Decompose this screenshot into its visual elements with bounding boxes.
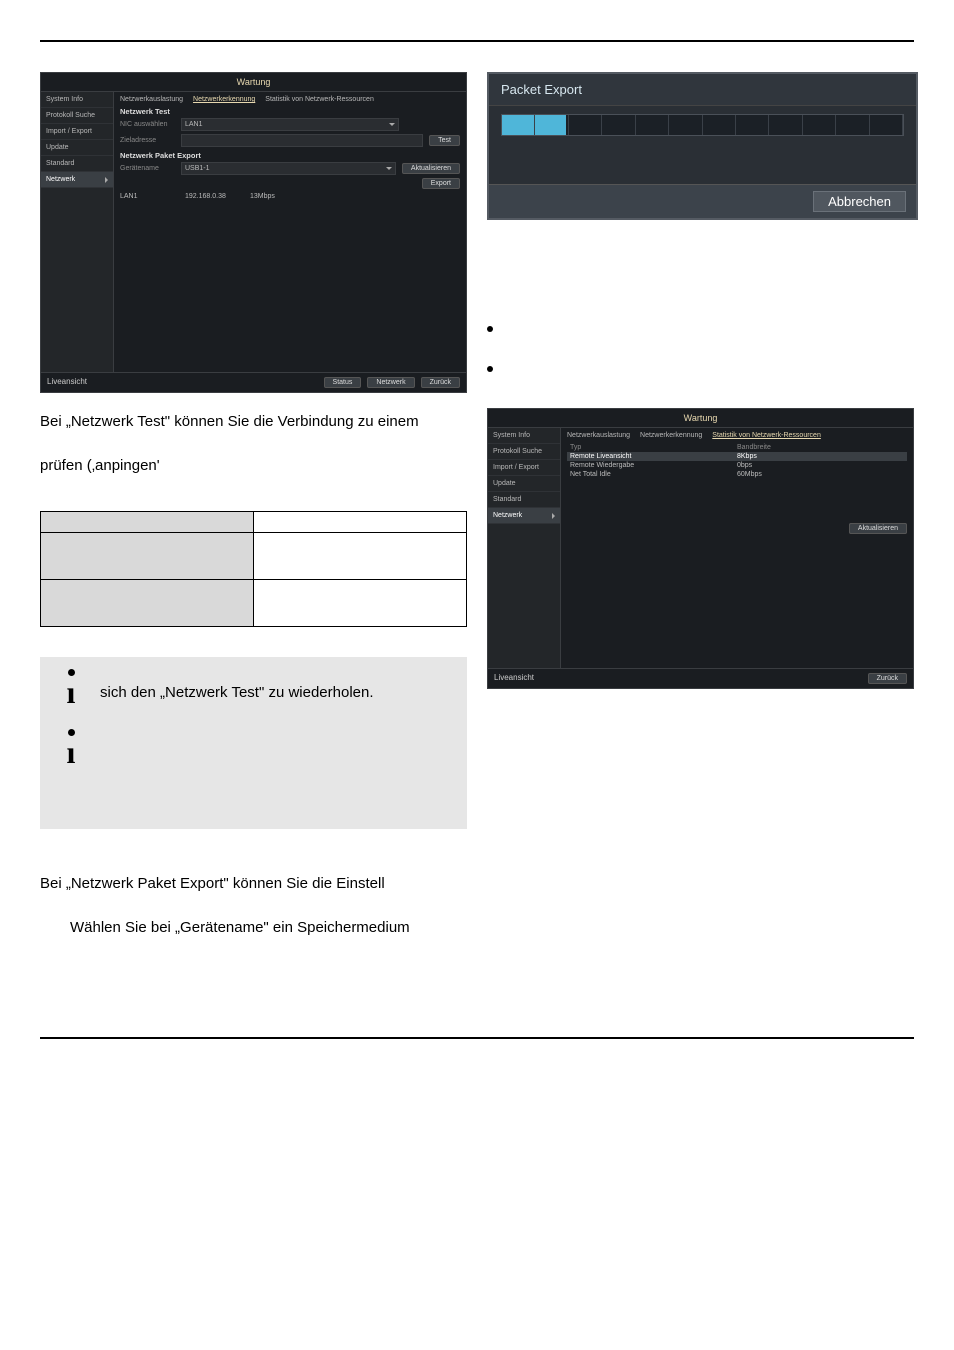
paragraph-4: Wählen Sie bei „Gerätename" ein Speicher… bbox=[70, 913, 467, 943]
tab-netzwerkerkennung[interactable]: Netzwerkerkennung bbox=[193, 96, 255, 103]
tab-netzwerkerkennung[interactable]: Netzwerkerkennung bbox=[640, 432, 702, 439]
cell bbox=[254, 580, 467, 627]
window-title: Wartung bbox=[488, 409, 913, 428]
zurueck-button[interactable]: Zurück bbox=[421, 377, 460, 388]
table-row bbox=[41, 533, 467, 580]
footer-liveansicht[interactable]: Liveansicht bbox=[47, 377, 87, 388]
section-paket-export: Netzwerk Paket Export bbox=[120, 151, 460, 160]
content-pane: Netzwerkauslastung Netzwerkerkennung Sta… bbox=[114, 92, 466, 372]
info-icon: ı bbox=[60, 669, 82, 707]
bullet-icon bbox=[487, 326, 493, 332]
footer-liveansicht[interactable]: Liveansicht bbox=[494, 673, 534, 684]
note-box: ı sich den „Netzwerk Test" zu wiederhole… bbox=[40, 657, 467, 829]
export-button[interactable]: Export bbox=[422, 178, 460, 189]
window-title: Wartung bbox=[41, 73, 466, 92]
screenshot-wartung-netzwerkerkennung: Wartung System Info Protokoll Suche Impo… bbox=[40, 72, 467, 393]
status-button[interactable]: Status bbox=[324, 377, 362, 388]
sidebar: System Info Protokoll Suche Import / Exp… bbox=[488, 428, 561, 668]
tab-netzwerkauslastung[interactable]: Netzwerkauslastung bbox=[120, 96, 183, 103]
cell bbox=[254, 512, 467, 533]
paragraph-1: Bei „Netzwerk Test" können Sie die Verbi… bbox=[40, 407, 467, 437]
sidebar-item-update[interactable]: Update bbox=[41, 140, 113, 156]
top-rule bbox=[40, 40, 914, 42]
nic-select[interactable]: LAN1 bbox=[181, 118, 399, 131]
geraetename-select[interactable]: USB1-1 bbox=[181, 162, 396, 175]
progress-bar bbox=[501, 114, 904, 136]
label-geraetename: Gerätename bbox=[120, 165, 175, 172]
sidebar-item-standard[interactable]: Standard bbox=[41, 156, 113, 172]
sidebar-item-protokoll-suche[interactable]: Protokoll Suche bbox=[41, 108, 113, 124]
bullet-icon bbox=[487, 366, 493, 372]
table-row[interactable]: Remote Liveansicht 8Kbps bbox=[567, 452, 907, 461]
bottom-rule bbox=[40, 1037, 914, 1039]
table-row bbox=[41, 512, 467, 533]
note-text-1: sich den „Netzwerk Test" zu wiederholen. bbox=[100, 669, 374, 705]
refresh-button[interactable]: Aktualisieren bbox=[402, 163, 460, 174]
sidebar-item-system-info[interactable]: System Info bbox=[488, 428, 560, 444]
sidebar-item-update[interactable]: Update bbox=[488, 476, 560, 492]
sidebar-item-import-export[interactable]: Import / Export bbox=[488, 460, 560, 476]
tab-statistik[interactable]: Statistik von Netzwerk-Ressourcen bbox=[712, 432, 821, 439]
test-button[interactable]: Test bbox=[429, 135, 460, 146]
chevron-right-icon bbox=[105, 177, 108, 183]
chevron-down-icon bbox=[386, 167, 392, 170]
sidebar-item-standard[interactable]: Standard bbox=[488, 492, 560, 508]
sidebar-item-import-export[interactable]: Import / Export bbox=[41, 124, 113, 140]
label-zieladresse: Zieladresse bbox=[120, 137, 175, 144]
screenshot-wartung-statistik: Wartung System Info Protokoll Suche Impo… bbox=[487, 408, 914, 689]
packet-export-dialog: Packet Export Abbrechen bbox=[487, 72, 918, 220]
table-row[interactable]: Net Total Idle 60Mbps bbox=[567, 470, 907, 479]
netzwerk-button[interactable]: Netzwerk bbox=[367, 377, 414, 388]
sidebar-item-netzwerk[interactable]: Netzwerk bbox=[41, 172, 113, 188]
sidebar-item-system-info[interactable]: System Info bbox=[41, 92, 113, 108]
paragraph-3: Bei „Netzwerk Paket Export" können Sie d… bbox=[40, 869, 467, 899]
zieladresse-input[interactable] bbox=[181, 134, 423, 147]
sidebar-item-netzwerk[interactable]: Netzwerk bbox=[488, 508, 560, 524]
table-header: Typ Bandbreite bbox=[567, 443, 907, 452]
paragraph-2: prüfen (‚anpingen' bbox=[40, 451, 467, 481]
cell bbox=[41, 580, 254, 627]
cell bbox=[41, 533, 254, 580]
tab-statistik[interactable]: Statistik von Netzwerk-Ressourcen bbox=[265, 96, 374, 103]
info-icon: ı bbox=[60, 729, 82, 767]
dialog-title: Packet Export bbox=[489, 74, 916, 106]
table-row bbox=[41, 580, 467, 627]
sidebar: System Info Protokoll Suche Import / Exp… bbox=[41, 92, 114, 372]
data-table bbox=[40, 511, 467, 627]
cell bbox=[254, 533, 467, 580]
zurueck-button[interactable]: Zurück bbox=[868, 673, 907, 684]
refresh-button[interactable]: Aktualisieren bbox=[849, 523, 907, 534]
section-netzwerk-test: Netzwerk Test bbox=[120, 107, 460, 116]
content-pane: Netzwerkauslastung Netzwerkerkennung Sta… bbox=[561, 428, 913, 668]
tab-netzwerkauslastung[interactable]: Netzwerkauslastung bbox=[567, 432, 630, 439]
chevron-right-icon bbox=[552, 513, 555, 519]
cancel-button[interactable]: Abbrechen bbox=[813, 191, 906, 212]
label-nic: NIC auswählen bbox=[120, 121, 175, 128]
export-table-row: LAN1 192.168.0.38 13Mbps bbox=[120, 192, 460, 201]
chevron-down-icon bbox=[389, 123, 395, 126]
table-row[interactable]: Remote Wiedergabe 0bps bbox=[567, 461, 907, 470]
cell bbox=[41, 512, 254, 533]
sidebar-item-protokoll-suche[interactable]: Protokoll Suche bbox=[488, 444, 560, 460]
